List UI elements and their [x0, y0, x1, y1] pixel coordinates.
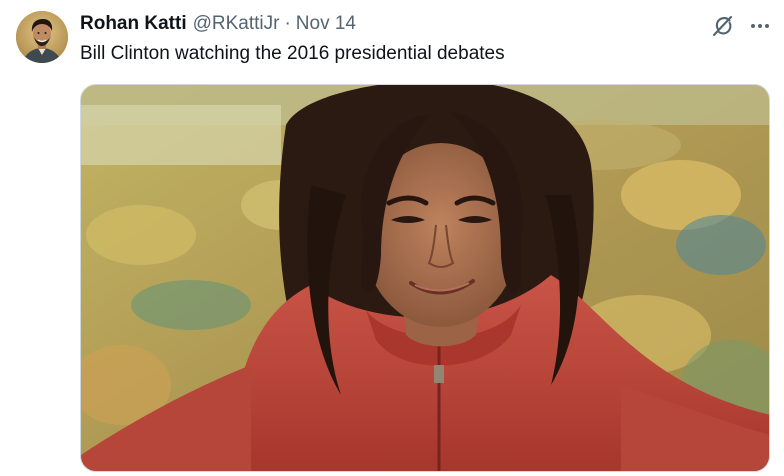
photo-image — [81, 85, 769, 471]
author-display-name[interactable]: Rohan Katti — [80, 12, 187, 36]
grok-button[interactable] — [706, 12, 738, 40]
tweet-photo[interactable] — [80, 84, 770, 472]
separator-dot: · — [284, 13, 291, 34]
author-handle[interactable]: @RKattiJr — [193, 12, 280, 36]
more-dots-icon — [751, 24, 769, 28]
tweet-text: Bill Clinton watching the 2016 president… — [80, 43, 505, 64]
avatar[interactable] — [16, 11, 68, 63]
more-options-button[interactable] — [744, 12, 776, 40]
grok-icon — [712, 15, 733, 37]
tweet-timestamp[interactable]: Nov 14 — [296, 12, 356, 36]
avatar-image — [16, 11, 68, 63]
tweet-header: Rohan Katti @RKattiJr · Nov 14 — [80, 12, 356, 36]
tweet: Rohan Katti @RKattiJr · Nov 14 Bill Clin… — [0, 0, 784, 476]
